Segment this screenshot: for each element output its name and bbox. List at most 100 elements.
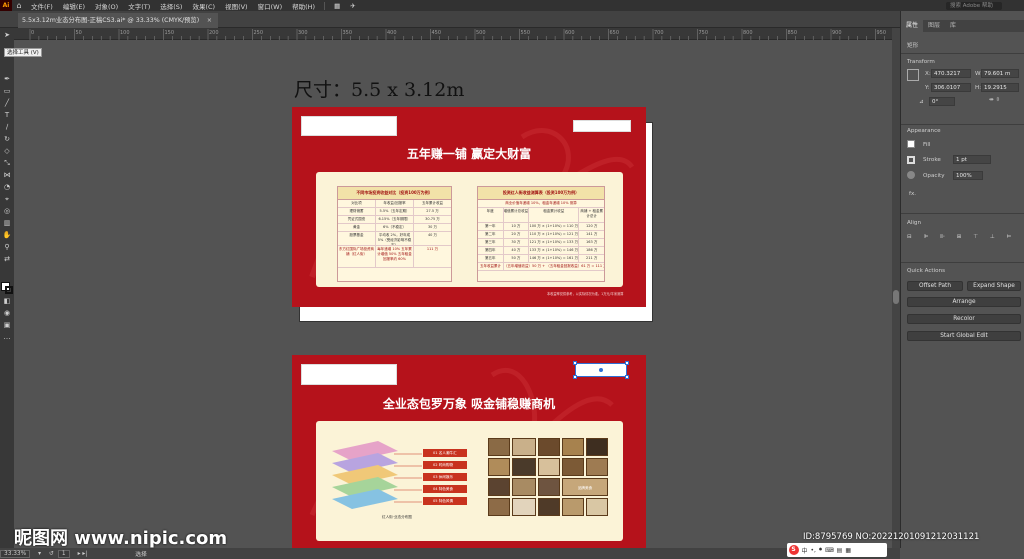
- menu-window[interactable]: 窗口(W): [253, 1, 288, 11]
- start-global-edit-button[interactable]: Start Global Edit: [907, 331, 1021, 341]
- table-cell: 东方红国际广场投资商铺（红人街）: [338, 246, 376, 267]
- eraser-tool-icon[interactable]: ◇: [1, 146, 13, 156]
- table-cell: 163 万: [586, 240, 598, 244]
- share-icon[interactable]: ✈: [345, 2, 360, 10]
- rectangle-tool-icon[interactable]: ▭: [1, 86, 13, 96]
- microphone-icon[interactable]: ⏺: [819, 546, 822, 554]
- stroke-swatch[interactable]: [5, 286, 13, 294]
- placeholder-box[interactable]: [301, 116, 397, 136]
- artboard-1[interactable]: 五年赚一铺 赢定大财富 不同市场投资收益对比（投资100万为例） 对比项 年收益…: [292, 107, 646, 307]
- opacity-field[interactable]: 100%: [953, 171, 983, 180]
- reference-point-icon[interactable]: [907, 69, 919, 81]
- artboard-nav-icon[interactable]: ▸ ▸|: [74, 551, 92, 557]
- column-header: 租金累计收益: [529, 208, 580, 222]
- stroke-swatch[interactable]: [907, 156, 915, 164]
- hand-tool-icon[interactable]: ✋: [1, 230, 13, 240]
- transform-section-label: Transform: [907, 59, 935, 65]
- fill-swatch[interactable]: [907, 140, 915, 148]
- selection-handle[interactable]: [573, 361, 577, 365]
- recolor-button[interactable]: Recolor: [907, 314, 1021, 324]
- keyboard-icon[interactable]: ⌨: [825, 547, 834, 554]
- help-search-input[interactable]: 搜索 Adobe 帮助: [946, 1, 1002, 10]
- toolbox-icon[interactable]: ▦: [845, 547, 851, 554]
- artboard-2[interactable]: 全业态包罗万象 吸金铺稳赚商机 红人街·业态分布图 01 名人潮牛汇 02 时尚…: [292, 355, 646, 548]
- y-field[interactable]: 306.0107: [931, 83, 971, 92]
- line-tool-icon[interactable]: ∕: [1, 122, 13, 132]
- arrange-button[interactable]: Arrange: [907, 297, 1021, 307]
- menu-edit[interactable]: 编辑(E): [58, 1, 90, 11]
- screen-mode-icon[interactable]: ▣: [1, 320, 13, 330]
- rotate-view-icon[interactable]: ↺: [45, 551, 58, 557]
- align-buttons-icon[interactable]: ⊟ ⊫ ⊪ ⊞ ⊤ ⊥ ⊨: [907, 234, 1016, 240]
- angle-field[interactable]: 0°: [929, 97, 955, 106]
- fx-icon[interactable]: fx.: [909, 191, 916, 197]
- selection-tool-icon[interactable]: ➤: [1, 30, 13, 40]
- menu-view[interactable]: 视图(V): [220, 1, 253, 11]
- table-row: 第三年 30 万 121 万 × (1+10%) = 133 万 163 万: [478, 239, 604, 247]
- chevron-down-icon[interactable]: ▾: [34, 551, 45, 557]
- tab-layers[interactable]: 图层: [923, 20, 945, 32]
- ime-logo-icon[interactable]: S: [788, 545, 799, 555]
- table-cell: 第一年: [478, 223, 504, 230]
- ruler-tick-label: 600: [565, 30, 575, 36]
- workspace-grid-icon[interactable]: ▦: [329, 2, 345, 10]
- shape-builder-icon[interactable]: ◔: [1, 182, 13, 192]
- width-field[interactable]: 79.601 m: [981, 69, 1019, 78]
- x-field[interactable]: 470.3217: [931, 69, 971, 78]
- placeholder-box[interactable]: [573, 120, 631, 132]
- menu-file[interactable]: 文件(F): [26, 1, 58, 11]
- horizontal-ruler[interactable]: 0 50 100 150 200 250 300 350 400 450 500 550 600 650 7…: [14, 28, 892, 40]
- ime-language[interactable]: 中: [802, 546, 808, 555]
- eyedropper-tool-icon[interactable]: ⌖: [1, 194, 13, 204]
- expand-shape-button[interactable]: Expand Shape: [967, 281, 1021, 291]
- scale-tool-icon[interactable]: ⤡: [1, 158, 13, 168]
- menu-object[interactable]: 对象(O): [90, 1, 123, 11]
- vertical-scrollbar[interactable]: [892, 28, 900, 548]
- selection-handle[interactable]: [625, 375, 629, 379]
- ruler-tick-label: 150: [165, 30, 175, 36]
- selection-handle[interactable]: [625, 361, 629, 365]
- brush-tool-icon[interactable]: ╱: [1, 98, 13, 108]
- artboard-number[interactable]: 1: [57, 549, 70, 558]
- selected-rectangle[interactable]: [573, 361, 629, 379]
- blend-tool-icon[interactable]: ◎: [1, 206, 13, 216]
- color-mode-icon[interactable]: ◧: [1, 296, 13, 306]
- table-cell: 6%（不稳定）: [376, 224, 414, 231]
- ruler-tick-label: 450: [432, 30, 442, 36]
- selection-handle[interactable]: [573, 375, 577, 379]
- tab-libraries[interactable]: 库: [945, 20, 961, 32]
- height-field[interactable]: 19.2915: [981, 83, 1019, 92]
- document-tab[interactable]: 5.5x3.12m业态分布图-正稿CS3.ai* @ 33.33% (CMYK/…: [18, 13, 218, 28]
- scrollbar-thumb[interactable]: [893, 290, 899, 304]
- offset-path-button[interactable]: Offset Path: [907, 281, 963, 291]
- width-tool-icon[interactable]: ⋈: [1, 170, 13, 180]
- ime-toolbar[interactable]: S 中 •, ⏺ ⌨ ▤ ▦: [787, 543, 887, 557]
- draw-mode-icon[interactable]: ◉: [1, 308, 13, 318]
- type-tool-icon[interactable]: T: [1, 110, 13, 120]
- table-cell: 121 万 × (1+10%) = 133 万: [529, 239, 580, 246]
- zoom-tool-icon[interactable]: ⚲: [1, 242, 13, 252]
- swap-colors-icon[interactable]: ⇄: [1, 254, 13, 264]
- home-icon[interactable]: ⌂: [12, 1, 26, 10]
- photo: [538, 438, 560, 456]
- menu-type[interactable]: 文字(T): [123, 1, 155, 11]
- close-icon[interactable]: ×: [207, 13, 212, 28]
- center-point[interactable]: [599, 368, 603, 372]
- flip-icon[interactable]: ⇹ ⇳: [989, 97, 1000, 103]
- tab-properties[interactable]: 属性: [901, 20, 924, 32]
- column-header: 商铺 + 租金累计总计: [580, 209, 604, 218]
- menu-select[interactable]: 选择(S): [155, 1, 187, 11]
- table-subtitle: 商业价值年递增 10%，租金年递增 10% 测算: [478, 200, 604, 208]
- skin-icon[interactable]: ▤: [837, 547, 843, 554]
- punctuation-icon[interactable]: •,: [811, 547, 816, 554]
- graph-tool-icon[interactable]: ▥: [1, 218, 13, 228]
- menu-help[interactable]: 帮助(H): [287, 1, 320, 11]
- zoom-level[interactable]: 33.33%: [0, 549, 31, 558]
- dimension-title[interactable]: 尺寸：5.5 x 3.12m: [294, 75, 464, 102]
- pen-tool-icon[interactable]: ✒: [1, 74, 13, 84]
- more-tools-icon[interactable]: …: [1, 332, 13, 342]
- rotate-tool-icon[interactable]: ↻: [1, 134, 13, 144]
- placeholder-box[interactable]: [301, 364, 397, 385]
- stroke-weight-field[interactable]: 1 pt: [953, 155, 991, 164]
- menu-effect[interactable]: 效果(C): [187, 1, 220, 11]
